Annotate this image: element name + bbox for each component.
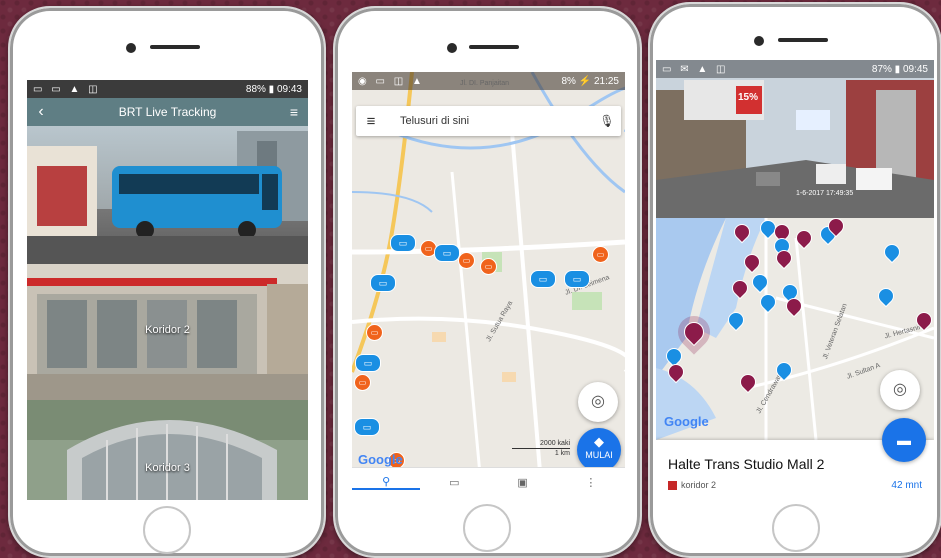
tile-bus[interactable]: [27, 126, 308, 264]
camera-dot: [447, 43, 457, 53]
corridor-row: koridor 2: [668, 480, 716, 490]
directions-icon: ◆: [594, 434, 604, 449]
earpiece: [778, 38, 828, 42]
scale-top: 2000 kaki: [540, 440, 570, 447]
tile-koridor-2[interactable]: Koridor 2: [27, 264, 308, 400]
tile-koridor-3[interactable]: Koridor 3: [27, 400, 308, 500]
status-time: 8% ⚡ 21:25: [561, 75, 620, 87]
bus-marker[interactable]: ▭: [354, 418, 380, 436]
camera-feed: 15% 1-6-2017 17:49:35: [656, 60, 934, 218]
search-input[interactable]: Telusuri di sini: [386, 115, 593, 127]
camera-dot: [754, 36, 764, 46]
phone-1: ▭ ▭ ▲ ◫ 88% ▮ 09:43 ‹ BRT Live Tracking …: [8, 6, 326, 558]
phone-1-screen: ▭ ▭ ▲ ◫ 88% ▮ 09:43 ‹ BRT Live Tracking …: [27, 80, 308, 500]
corridor-label: koridor 2: [681, 480, 717, 490]
camera-timestamp: 1-6-2017 17:49:35: [796, 190, 854, 197]
earpiece: [150, 45, 200, 49]
home-button[interactable]: [463, 504, 511, 552]
drive-button[interactable]: ▬: [882, 418, 926, 462]
phone-3: 15% 1-6-2017 17:49:35 ▭ ✉ ▲ ◫ 87% ▮ 09:4…: [648, 2, 941, 558]
bus-marker[interactable]: ▭: [564, 270, 590, 288]
bus-photo: [27, 131, 308, 264]
status-icons: ▭ ✉ ▲ ◫: [662, 63, 729, 75]
status-time: 87% ▮ 09:45: [871, 63, 928, 75]
billboard-text: 15%: [738, 92, 759, 103]
start-navigation-button[interactable]: ◆ MULAI: [577, 428, 621, 472]
road-label: Jl. DI. Panjaitan: [460, 80, 510, 87]
scale-bottom: 1 km: [554, 450, 570, 457]
app-bar: ‹ BRT Live Tracking ≡: [27, 98, 308, 126]
stop-name: Halte Trans Studio Mall 2: [668, 456, 825, 472]
bus-marker[interactable]: ▭: [370, 274, 396, 292]
street-photo: [656, 60, 934, 218]
map-scale: 2000 kaki 1 km: [512, 440, 570, 457]
status-bar: ▭ ▭ ▲ ◫ 88% ▮ 09:43: [27, 80, 308, 98]
phone-2: ◉ ▭ ◫ ▲ 8% ⚡ 21:25 ≡ Telusuri di sini 🎙 …: [333, 6, 642, 558]
my-location-button[interactable]: ◎: [578, 382, 618, 422]
car-icon[interactable]: ▭: [420, 476, 488, 489]
bottom-nav: ⚲ ▭ ▣ ⋮: [352, 467, 625, 496]
google-logo: Google: [358, 452, 403, 467]
bus-marker[interactable]: ▭: [458, 252, 475, 269]
bus-marker[interactable]: ▭: [366, 324, 383, 341]
app-title: BRT Live Tracking: [118, 105, 217, 119]
google-logo: Google: [664, 414, 709, 429]
corridor-icon: [668, 480, 677, 490]
phone-2-screen: ◉ ▭ ◫ ▲ 8% ⚡ 21:25 ≡ Telusuri di sini 🎙 …: [352, 72, 625, 496]
status-time: 88% ▮ 09:43: [245, 83, 302, 95]
status-icons: ▭ ▭ ▲ ◫: [33, 83, 101, 95]
home-button[interactable]: [143, 506, 191, 554]
explore-icon[interactable]: ⚲: [352, 475, 421, 490]
back-arrow-icon[interactable]: ‹: [27, 103, 55, 121]
phone-3-screen: 15% 1-6-2017 17:49:35 ▭ ✉ ▲ ◫ 87% ▮ 09:4…: [656, 60, 934, 500]
home-button[interactable]: [772, 504, 820, 552]
menu-icon[interactable]: ≡: [280, 104, 308, 120]
status-bar: ▭ ✉ ▲ ◫ 87% ▮ 09:45: [656, 60, 934, 78]
mic-icon[interactable]: 🎙: [593, 114, 621, 128]
bus-marker[interactable]: ▭: [530, 270, 556, 288]
eta-label: 42 mnt: [891, 480, 922, 491]
bus-marker[interactable]: ▭: [592, 246, 609, 263]
my-location-button[interactable]: ◎: [880, 370, 920, 410]
tile-label-koridor-2: Koridor 2: [145, 324, 190, 336]
more-icon[interactable]: ⋮: [557, 476, 625, 489]
map-view[interactable]: Jl. Veteran Selatan Jl. Cendrawasih Jl. …: [656, 218, 934, 440]
koridor-3-photo: [27, 400, 308, 500]
hamburger-icon[interactable]: ≡: [356, 113, 386, 130]
camera-dot: [126, 43, 136, 53]
start-label: MULAI: [585, 450, 613, 460]
status-icons: ◉ ▭ ◫ ▲: [358, 75, 425, 87]
bus-marker[interactable]: ▭: [354, 374, 371, 391]
bus-icon[interactable]: ▣: [489, 476, 557, 489]
bus-marker[interactable]: ▭: [480, 258, 497, 275]
earpiece: [469, 45, 519, 49]
bus-marker[interactable]: ▭: [390, 234, 416, 252]
tile-label-koridor-3: Koridor 3: [145, 462, 190, 474]
search-bar[interactable]: ≡ Telusuri di sini 🎙: [356, 106, 621, 136]
bus-marker[interactable]: ▭: [434, 244, 460, 262]
bus-marker[interactable]: ▭: [355, 354, 381, 372]
